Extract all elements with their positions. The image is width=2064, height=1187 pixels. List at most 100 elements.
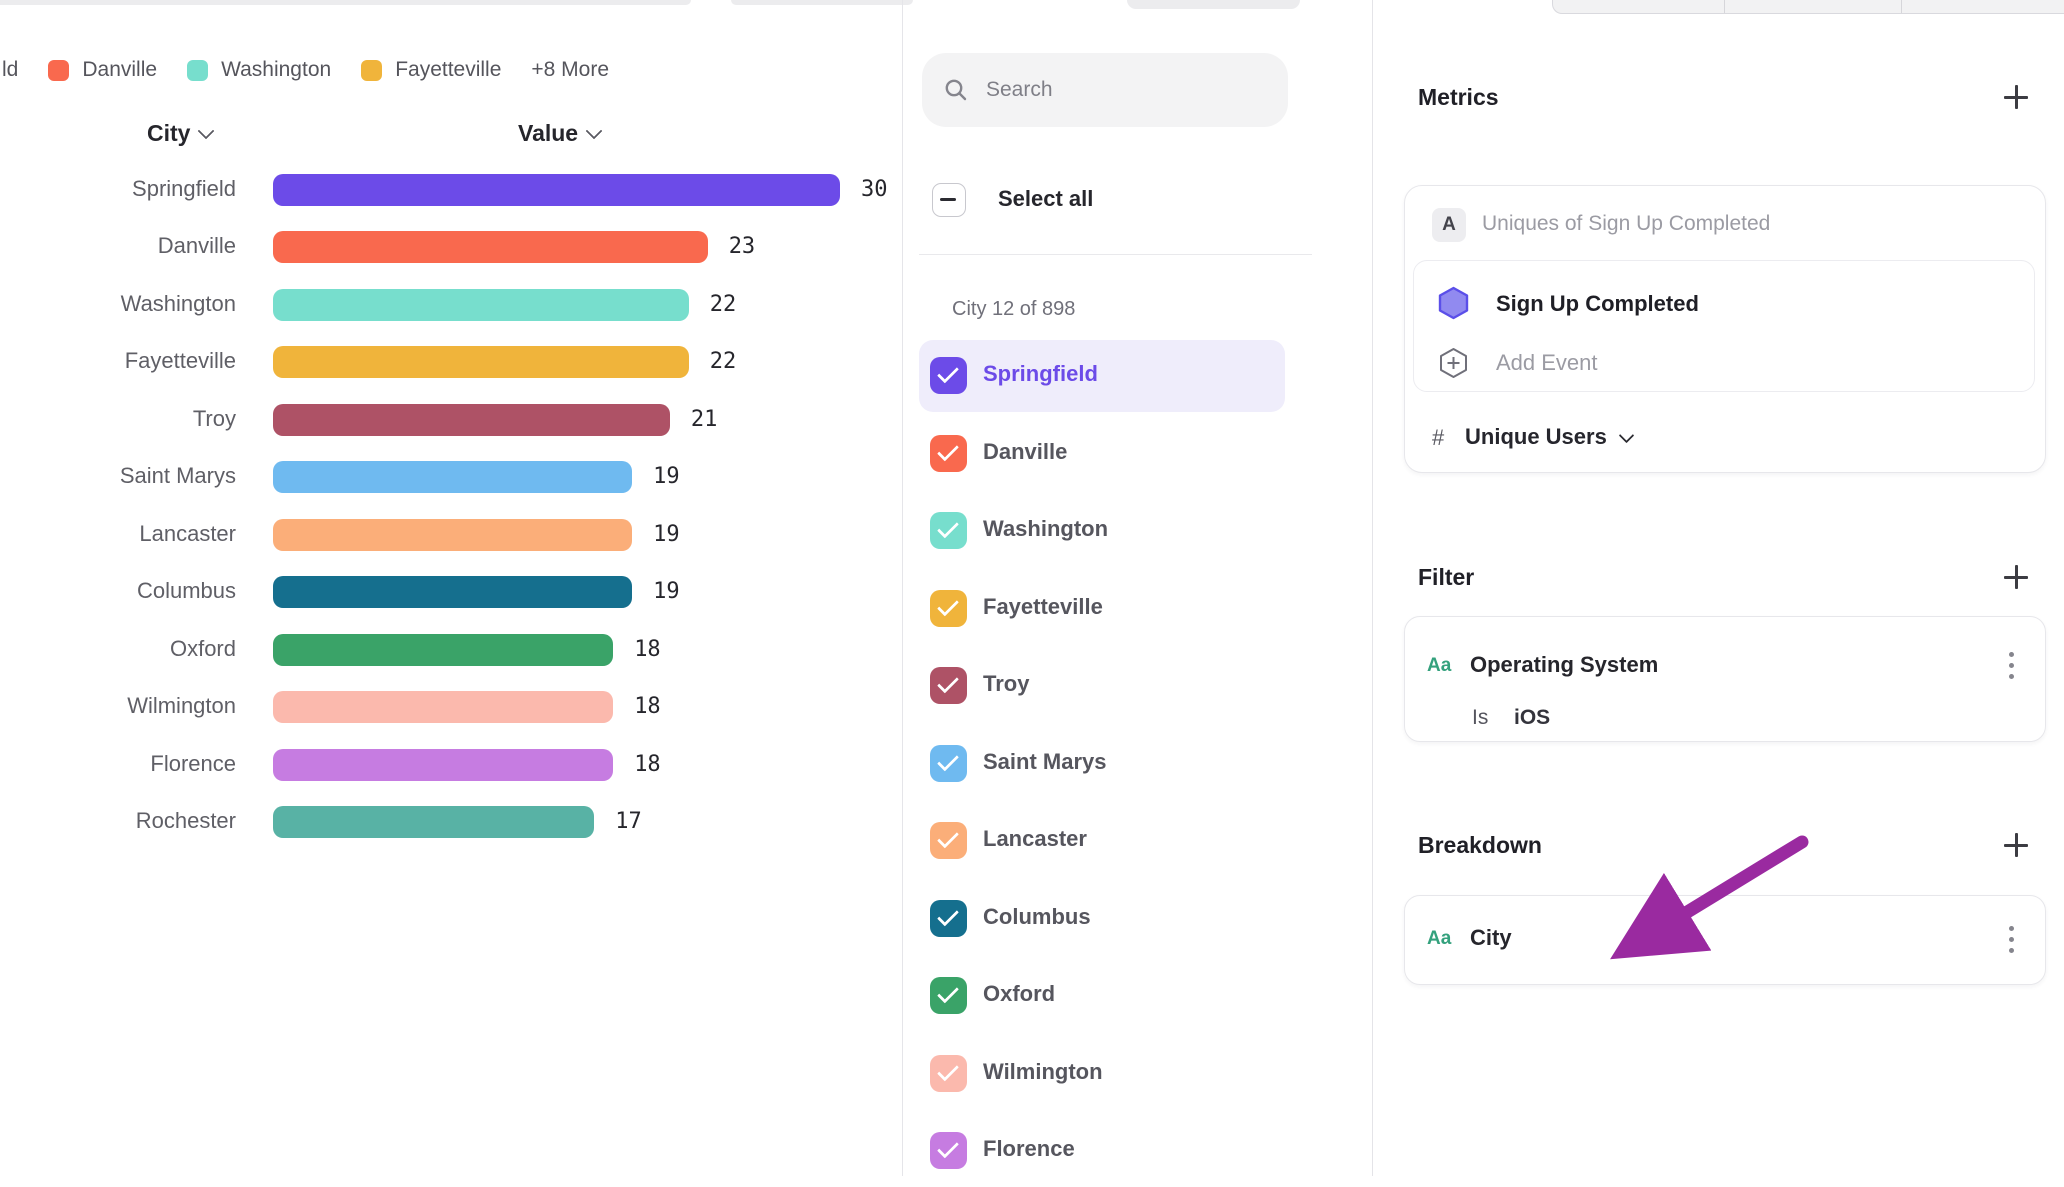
analytics-app: { "chart_data": { "type": "bar", "title"… bbox=[0, 0, 2064, 1176]
chart-category-label: Columbus bbox=[0, 578, 236, 604]
chart-value-label: 19 bbox=[653, 522, 680, 547]
event-hexagon-icon bbox=[1437, 286, 1470, 320]
chevron-down-icon bbox=[1619, 427, 1635, 443]
list-item-label: Springfield bbox=[983, 361, 1098, 387]
select-all-label[interactable]: Select all bbox=[998, 186, 1093, 212]
chart-value-label: 18 bbox=[634, 694, 661, 719]
toolbar-edge-strip bbox=[731, 0, 913, 5]
column-header-value[interactable]: Value bbox=[518, 120, 600, 147]
column-header-value-label: Value bbox=[518, 120, 578, 147]
panel-divider bbox=[1372, 0, 1373, 1176]
add-metric-button[interactable] bbox=[2002, 83, 2030, 111]
chart-bar[interactable] bbox=[273, 691, 613, 723]
checkbox-checked[interactable] bbox=[930, 900, 967, 937]
add-filter-button[interactable] bbox=[2002, 563, 2030, 591]
chart-bar[interactable] bbox=[273, 346, 689, 378]
list-item-springfield[interactable]: Springfield bbox=[919, 340, 1285, 412]
chart-category-label: Florence bbox=[0, 751, 236, 777]
chart-value-label: 19 bbox=[653, 579, 680, 604]
chart-value-label: 18 bbox=[634, 752, 661, 777]
checkbox-checked[interactable] bbox=[930, 435, 967, 472]
search-field[interactable] bbox=[922, 53, 1288, 127]
list-item-fayetteville[interactable]: Fayetteville bbox=[919, 573, 1285, 645]
list-item-label: Troy bbox=[983, 671, 1029, 697]
measure-selector[interactable]: Unique Users bbox=[1465, 424, 1632, 450]
legend-item[interactable]: Danville bbox=[48, 58, 157, 82]
legend-item-clipped[interactable]: ld bbox=[2, 58, 18, 82]
chevron-down-icon bbox=[198, 122, 215, 139]
legend-label: Fayetteville bbox=[395, 58, 501, 82]
list-item-florence[interactable]: Florence bbox=[919, 1115, 1285, 1187]
segmented-control-remnant[interactable] bbox=[1552, 0, 2064, 14]
list-item-label: Fayetteville bbox=[983, 594, 1103, 620]
list-item-columbus[interactable]: Columbus bbox=[919, 883, 1285, 955]
legend-label: Washington bbox=[221, 58, 331, 82]
chart-bar[interactable] bbox=[273, 519, 632, 551]
chart-bar[interactable] bbox=[273, 576, 632, 608]
search-input[interactable] bbox=[984, 77, 1268, 103]
filter-property-name[interactable]: Operating System bbox=[1470, 652, 1658, 678]
legend-more-button[interactable]: +8 More bbox=[531, 58, 609, 82]
legend-item[interactable]: Washington bbox=[187, 58, 331, 82]
chart-category-label: Troy bbox=[0, 406, 236, 432]
toolbar-edge-strip bbox=[0, 0, 691, 5]
chart-bar[interactable] bbox=[273, 231, 708, 263]
chart-bar[interactable] bbox=[273, 806, 594, 838]
chart-value-label: 22 bbox=[710, 292, 737, 317]
chart-category-label: Danville bbox=[0, 233, 236, 259]
chart-bar[interactable] bbox=[273, 634, 613, 666]
select-all-checkbox[interactable] bbox=[932, 183, 966, 217]
list-item-troy[interactable]: Troy bbox=[919, 650, 1285, 722]
list-item-label: Columbus bbox=[983, 904, 1091, 930]
chart-bar[interactable] bbox=[273, 749, 613, 781]
legend-item[interactable]: Fayetteville bbox=[361, 58, 501, 82]
chart-bar[interactable] bbox=[273, 174, 840, 206]
checkbox-checked[interactable] bbox=[930, 357, 967, 394]
list-item-lancaster[interactable]: Lancaster bbox=[919, 805, 1285, 877]
list-item-label: Wilmington bbox=[983, 1059, 1103, 1085]
legend-swatch bbox=[361, 60, 382, 81]
segment-divider bbox=[1724, 0, 1725, 13]
add-breakdown-button[interactable] bbox=[2002, 831, 2030, 859]
chart-value-label: 22 bbox=[710, 349, 737, 374]
filter-value-label[interactable]: iOS bbox=[1514, 706, 1550, 730]
column-header-city[interactable]: City bbox=[147, 120, 212, 147]
chart-legend: ld Danville Washington Fayetteville +8 M… bbox=[2, 58, 609, 82]
search-icon bbox=[944, 78, 968, 102]
event-name-label[interactable]: Sign Up Completed bbox=[1496, 291, 1699, 317]
measure-type-symbol: # bbox=[1432, 425, 1444, 451]
list-item-oxford[interactable]: Oxford bbox=[919, 960, 1285, 1032]
list-item-wilmington[interactable]: Wilmington bbox=[919, 1038, 1285, 1110]
add-event-button[interactable]: Add Event bbox=[1496, 350, 1598, 376]
measure-label: Unique Users bbox=[1465, 424, 1607, 450]
popover-tab-remnant bbox=[1127, 0, 1300, 9]
checkbox-checked[interactable] bbox=[930, 745, 967, 782]
list-item-saint-marys[interactable]: Saint Marys bbox=[919, 728, 1285, 800]
chart-value-label: 23 bbox=[729, 234, 756, 259]
chart-bar[interactable] bbox=[273, 404, 670, 436]
filter-card[interactable] bbox=[1404, 616, 2046, 742]
checkbox-checked[interactable] bbox=[930, 512, 967, 549]
kebab-menu-icon[interactable] bbox=[2008, 652, 2014, 679]
metric-letter-badge: A bbox=[1432, 208, 1466, 242]
list-item-label: Florence bbox=[983, 1136, 1075, 1162]
chart-bar[interactable] bbox=[273, 461, 632, 493]
list-item-washington[interactable]: Washington bbox=[919, 495, 1285, 567]
filter-operator-label[interactable]: Is bbox=[1472, 706, 1488, 730]
chart-bar[interactable] bbox=[273, 289, 689, 321]
checkbox-checked[interactable] bbox=[930, 1055, 967, 1092]
chart-value-label: 18 bbox=[634, 637, 661, 662]
breakdown-property-name[interactable]: City bbox=[1470, 925, 1512, 951]
kebab-menu-icon[interactable] bbox=[2008, 926, 2014, 953]
checkbox-checked[interactable] bbox=[930, 667, 967, 704]
checkbox-checked[interactable] bbox=[930, 1132, 967, 1169]
chart-value-label: 30 bbox=[861, 177, 888, 202]
column-header-city-label: City bbox=[147, 120, 190, 147]
checkbox-checked[interactable] bbox=[930, 590, 967, 627]
panel-divider bbox=[902, 0, 903, 1176]
list-item-danville[interactable]: Danville bbox=[919, 418, 1285, 490]
checkbox-checked[interactable] bbox=[930, 977, 967, 1014]
checkbox-checked[interactable] bbox=[930, 822, 967, 859]
list-item-label: Saint Marys bbox=[983, 749, 1107, 775]
list-item-label: Danville bbox=[983, 439, 1067, 465]
